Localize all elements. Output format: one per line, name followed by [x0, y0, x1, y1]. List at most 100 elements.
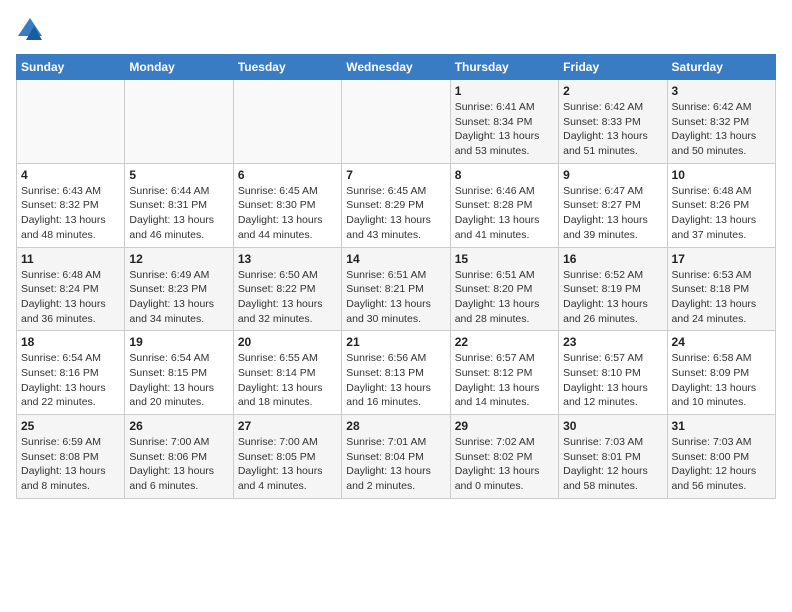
calendar-cell: 16Sunrise: 6:52 AM Sunset: 8:19 PM Dayli… — [559, 247, 667, 331]
calendar-cell: 31 Sunrise: 7:03 AM Sunset: 8:00 PM Dayli… — [667, 415, 775, 499]
day-info: Sunrise: 7:00 AM Sunset: 8:06 PM Dayligh… — [129, 435, 228, 494]
calendar-week-3: 11 Sunrise: 6:48 AM Sunset: 8:24 PM Dayli… — [17, 247, 776, 331]
day-info: Sunrise: 6:44 AM Sunset: 8:31 PM Dayligh… — [129, 184, 228, 243]
day-info: Sunrise: 7:00 AM Sunset: 8:05 PM Dayligh… — [238, 435, 337, 494]
day-number: 18 — [21, 335, 120, 349]
day-info: Sunrise: 6:51 AM Sunset: 8:21 PM Dayligh… — [346, 268, 445, 327]
header-day-saturday: Saturday — [667, 55, 775, 80]
logo-icon — [16, 16, 44, 44]
day-info: Sunrise: 6:42 AM Sunset: 8:32 PM Dayligh… — [672, 100, 771, 159]
header-day-tuesday: Tuesday — [233, 55, 341, 80]
calendar-cell: 2 Sunrise: 6:42 AM Sunset: 8:33 PM Daylig… — [559, 80, 667, 164]
day-info: Sunrise: 6:56 AM Sunset: 8:13 PM Dayligh… — [346, 351, 445, 410]
header-day-sunday: Sunday — [17, 55, 125, 80]
calendar-cell: 5 Sunrise: 6:44 AM Sunset: 8:31 PM Daylig… — [125, 163, 233, 247]
day-info: Sunrise: 6:59 AM Sunset: 8:08 PM Dayligh… — [21, 435, 120, 494]
calendar-body: 1 Sunrise: 6:41 AM Sunset: 8:34 PM Daylig… — [17, 80, 776, 499]
day-number: 7 — [346, 168, 445, 182]
calendar-cell: 15 Sunrise: 6:51 AM Sunset: 8:20 PM Dayli… — [450, 247, 558, 331]
calendar-cell: 6Sunrise: 6:45 AM Sunset: 8:30 PM Daylig… — [233, 163, 341, 247]
day-number: 3 — [672, 84, 771, 98]
day-number: 5 — [129, 168, 228, 182]
day-number: 28 — [346, 419, 445, 433]
day-info: Sunrise: 6:46 AM Sunset: 8:28 PM Dayligh… — [455, 184, 554, 243]
logo — [16, 16, 48, 44]
day-info: Sunrise: 7:02 AM Sunset: 8:02 PM Dayligh… — [455, 435, 554, 494]
day-number: 29 — [455, 419, 554, 433]
day-number: 25 — [21, 419, 120, 433]
calendar-cell: 8Sunrise: 6:46 AM Sunset: 8:28 PM Daylig… — [450, 163, 558, 247]
day-info: Sunrise: 6:51 AM Sunset: 8:20 PM Dayligh… — [455, 268, 554, 327]
calendar-cell: 21 Sunrise: 6:56 AM Sunset: 8:13 PM Dayli… — [342, 331, 450, 415]
day-number: 9 — [563, 168, 662, 182]
day-info: Sunrise: 6:42 AM Sunset: 8:33 PM Dayligh… — [563, 100, 662, 159]
day-info: Sunrise: 6:41 AM Sunset: 8:34 PM Dayligh… — [455, 100, 554, 159]
day-number: 15 — [455, 252, 554, 266]
day-number: 4 — [21, 168, 120, 182]
header-row: SundayMondayTuesdayWednesdayThursdayFrid… — [17, 55, 776, 80]
day-number: 2 — [563, 84, 662, 98]
day-number: 6 — [238, 168, 337, 182]
calendar-cell: 11 Sunrise: 6:48 AM Sunset: 8:24 PM Dayli… — [17, 247, 125, 331]
calendar-cell: 24 Sunrise: 6:58 AM Sunset: 8:09 PM Dayli… — [667, 331, 775, 415]
calendar-week-5: 25 Sunrise: 6:59 AM Sunset: 8:08 PM Dayli… — [17, 415, 776, 499]
day-number: 21 — [346, 335, 445, 349]
day-number: 13 — [238, 252, 337, 266]
day-info: Sunrise: 6:48 AM Sunset: 8:26 PM Dayligh… — [672, 184, 771, 243]
day-info: Sunrise: 6:55 AM Sunset: 8:14 PM Dayligh… — [238, 351, 337, 410]
calendar-cell — [17, 80, 125, 164]
day-info: Sunrise: 6:53 AM Sunset: 8:18 PM Dayligh… — [672, 268, 771, 327]
calendar-cell: 1 Sunrise: 6:41 AM Sunset: 8:34 PM Daylig… — [450, 80, 558, 164]
day-number: 23 — [563, 335, 662, 349]
calendar-cell: 4 Sunrise: 6:43 AM Sunset: 8:32 PM Daylig… — [17, 163, 125, 247]
day-info: Sunrise: 6:43 AM Sunset: 8:32 PM Dayligh… — [21, 184, 120, 243]
calendar-cell: 29 Sunrise: 7:02 AM Sunset: 8:02 PM Dayli… — [450, 415, 558, 499]
calendar-cell: 22Sunrise: 6:57 AM Sunset: 8:12 PM Dayli… — [450, 331, 558, 415]
day-info: Sunrise: 6:54 AM Sunset: 8:15 PM Dayligh… — [129, 351, 228, 410]
day-number: 30 — [563, 419, 662, 433]
calendar-cell: 30 Sunrise: 7:03 AM Sunset: 8:01 PM Dayli… — [559, 415, 667, 499]
day-number: 17 — [672, 252, 771, 266]
day-info: Sunrise: 6:47 AM Sunset: 8:27 PM Dayligh… — [563, 184, 662, 243]
day-number: 19 — [129, 335, 228, 349]
calendar-cell: 3 Sunrise: 6:42 AM Sunset: 8:32 PM Daylig… — [667, 80, 775, 164]
header-day-monday: Monday — [125, 55, 233, 80]
day-info: Sunrise: 7:03 AM Sunset: 8:00 PM Dayligh… — [672, 435, 771, 494]
calendar-cell: 17 Sunrise: 6:53 AM Sunset: 8:18 PM Dayli… — [667, 247, 775, 331]
calendar-cell: 7Sunrise: 6:45 AM Sunset: 8:29 PM Daylig… — [342, 163, 450, 247]
day-number: 24 — [672, 335, 771, 349]
day-number: 11 — [21, 252, 120, 266]
calendar-week-1: 1 Sunrise: 6:41 AM Sunset: 8:34 PM Daylig… — [17, 80, 776, 164]
calendar-cell: 13Sunrise: 6:50 AM Sunset: 8:22 PM Dayli… — [233, 247, 341, 331]
day-number: 20 — [238, 335, 337, 349]
calendar-cell: 25 Sunrise: 6:59 AM Sunset: 8:08 PM Dayli… — [17, 415, 125, 499]
day-info: Sunrise: 6:52 AM Sunset: 8:19 PM Dayligh… — [563, 268, 662, 327]
header-day-wednesday: Wednesday — [342, 55, 450, 80]
day-info: Sunrise: 6:58 AM Sunset: 8:09 PM Dayligh… — [672, 351, 771, 410]
calendar-cell: 20 Sunrise: 6:55 AM Sunset: 8:14 PM Dayli… — [233, 331, 341, 415]
calendar-cell — [233, 80, 341, 164]
calendar-cell: 14Sunrise: 6:51 AM Sunset: 8:21 PM Dayli… — [342, 247, 450, 331]
day-info: Sunrise: 7:01 AM Sunset: 8:04 PM Dayligh… — [346, 435, 445, 494]
day-info: Sunrise: 6:54 AM Sunset: 8:16 PM Dayligh… — [21, 351, 120, 410]
day-number: 1 — [455, 84, 554, 98]
calendar-week-2: 4 Sunrise: 6:43 AM Sunset: 8:32 PM Daylig… — [17, 163, 776, 247]
day-info: Sunrise: 6:48 AM Sunset: 8:24 PM Dayligh… — [21, 268, 120, 327]
day-info: Sunrise: 6:57 AM Sunset: 8:12 PM Dayligh… — [455, 351, 554, 410]
day-number: 27 — [238, 419, 337, 433]
calendar-cell: 27 Sunrise: 7:00 AM Sunset: 8:05 PM Dayli… — [233, 415, 341, 499]
calendar-cell: 23Sunrise: 6:57 AM Sunset: 8:10 PM Dayli… — [559, 331, 667, 415]
calendar-cell: 18 Sunrise: 6:54 AM Sunset: 8:16 PM Dayli… — [17, 331, 125, 415]
calendar-cell: 12Sunrise: 6:49 AM Sunset: 8:23 PM Dayli… — [125, 247, 233, 331]
day-info: Sunrise: 6:49 AM Sunset: 8:23 PM Dayligh… — [129, 268, 228, 327]
day-number: 10 — [672, 168, 771, 182]
calendar-header: SundayMondayTuesdayWednesdayThursdayFrid… — [17, 55, 776, 80]
header-day-thursday: Thursday — [450, 55, 558, 80]
calendar-cell: 19 Sunrise: 6:54 AM Sunset: 8:15 PM Dayli… — [125, 331, 233, 415]
day-info: Sunrise: 7:03 AM Sunset: 8:01 PM Dayligh… — [563, 435, 662, 494]
day-number: 31 — [672, 419, 771, 433]
calendar-week-4: 18 Sunrise: 6:54 AM Sunset: 8:16 PM Dayli… — [17, 331, 776, 415]
calendar-cell: 28 Sunrise: 7:01 AM Sunset: 8:04 PM Dayli… — [342, 415, 450, 499]
header-day-friday: Friday — [559, 55, 667, 80]
calendar-table: SundayMondayTuesdayWednesdayThursdayFrid… — [16, 54, 776, 499]
